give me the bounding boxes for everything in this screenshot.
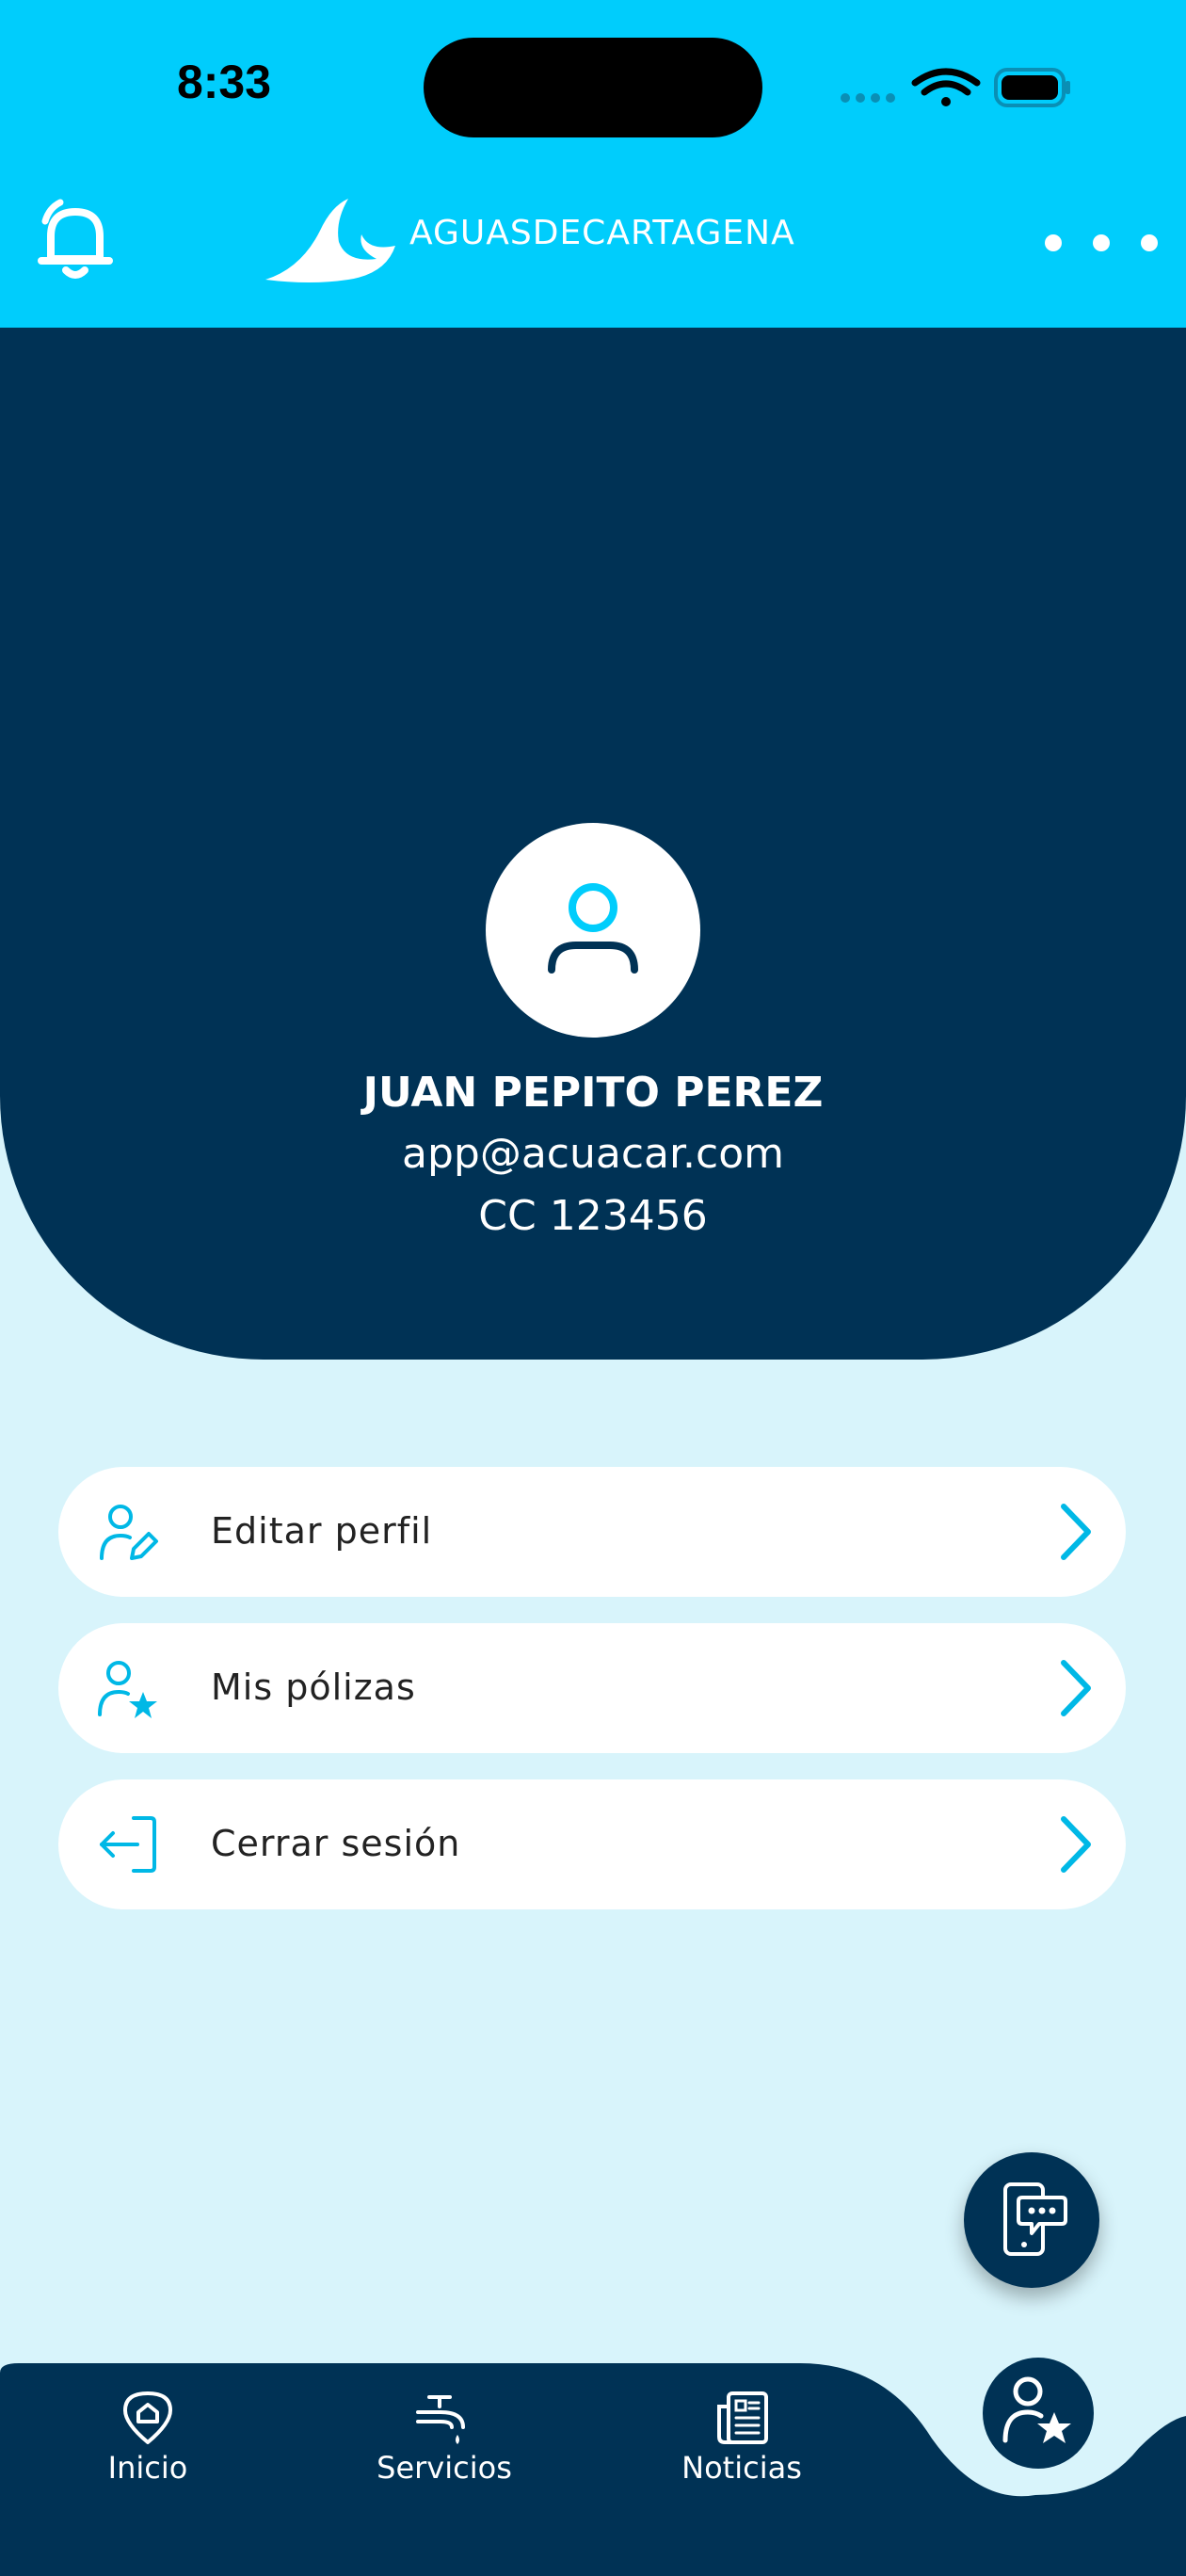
bell-icon: [38, 199, 113, 279]
nav-item-inicio[interactable]: Inicio: [54, 2390, 242, 2503]
nav-label: Servicios: [377, 2450, 512, 2486]
status-icons: [841, 68, 1070, 107]
user-email: app@acuacar.com: [402, 1130, 784, 1178]
faucet-icon: [416, 2395, 465, 2444]
user-star-icon: [98, 1661, 157, 1718]
top-bar: 8:33 AguasdeCartagena: [0, 0, 1186, 328]
menu-item-my-policies[interactable]: Mis pólizas: [58, 1623, 1126, 1753]
home-pin-icon: [123, 2391, 172, 2444]
more-dot: [1141, 234, 1158, 251]
brand-name: AguasdeCartagena: [409, 214, 795, 252]
more-options-button[interactable]: [1045, 215, 1158, 271]
status-time: 8:33: [176, 56, 272, 108]
user-star-icon: [1002, 2376, 1071, 2443]
contact-fab-button[interactable]: [964, 2152, 1099, 2288]
user-document: CC 123456: [478, 1192, 708, 1240]
signal-icon: [841, 93, 895, 103]
menu-item-label: Mis pólizas: [211, 1666, 416, 1708]
nav-label: Inicio: [107, 2450, 188, 2486]
menu-item-label: Editar perfil: [211, 1510, 433, 1552]
wave-logo-icon: [265, 199, 395, 282]
user-name: JUAN PEPITO PEREZ: [362, 1069, 824, 1117]
nav-item-noticias[interactable]: Noticias: [648, 2390, 836, 2503]
menu-item-label: Cerrar sesión: [211, 1823, 461, 1864]
notifications-button[interactable]: [28, 193, 122, 287]
phone-chat-icon: [1003, 2182, 1067, 2256]
more-dot: [1045, 234, 1062, 251]
menu-item-edit-profile[interactable]: Editar perfil: [58, 1467, 1126, 1597]
battery-icon: [994, 68, 1070, 107]
wifi-icon: [911, 68, 981, 106]
dynamic-island: [424, 38, 762, 137]
nav-item-profile-active[interactable]: [983, 2358, 1094, 2469]
chevron-right-icon: [1061, 1660, 1091, 1716]
menu-item-logout[interactable]: Cerrar sesión: [58, 1779, 1126, 1909]
more-dot: [1093, 234, 1110, 251]
chevron-right-icon: [1061, 1504, 1091, 1560]
avatar: [486, 823, 700, 1038]
user-icon: [548, 883, 638, 974]
chevron-right-icon: [1061, 1816, 1091, 1873]
nav-item-servicios[interactable]: Servicios: [350, 2390, 538, 2503]
user-edit-icon: [100, 1505, 158, 1560]
logout-icon: [100, 1816, 156, 1873]
brand-logo: AguasdeCartagena: [264, 193, 922, 287]
newspaper-icon: [717, 2391, 768, 2444]
nav-label: Noticias: [681, 2450, 802, 2486]
